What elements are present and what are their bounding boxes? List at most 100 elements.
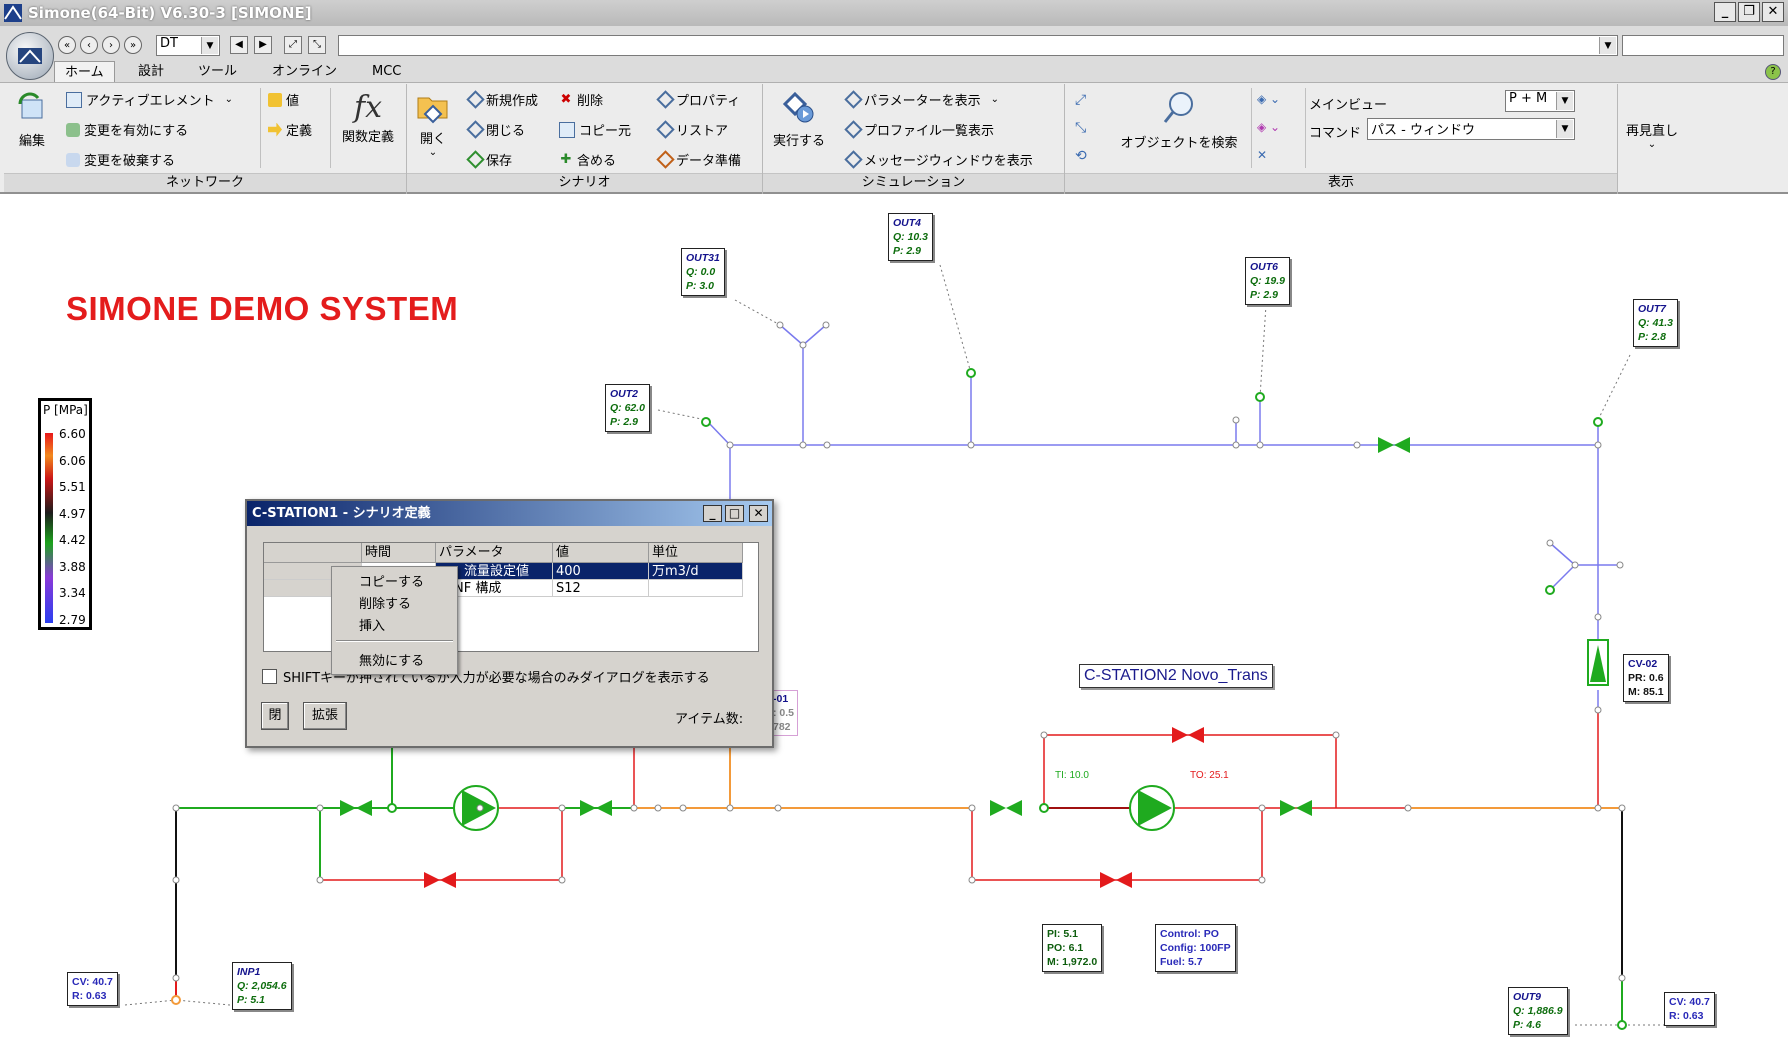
outlet-temperature: TO: 25.1 [1190,770,1229,781]
inp1-node [171,995,181,1005]
chevron-down-icon: ▼ [201,37,218,54]
back-icon[interactable]: ‹ [80,36,98,54]
main-view-combo[interactable]: P + M ▼ [1505,90,1575,112]
function-definition-button[interactable]: fx 関数定義 [334,90,402,145]
table-cell-unit[interactable] [649,580,743,597]
zoom-out-icon[interactable]: ⤡ [1075,120,1086,136]
column-header-unit[interactable]: 単位 [649,543,743,563]
control-fuel: Fuel: 5.7 [1160,956,1203,968]
data-prep-button[interactable]: データ準備 [656,150,741,169]
show-parameters-button[interactable]: パラメーターを表示 ⌄ [844,90,999,109]
active-element-icon [66,91,82,108]
include-button[interactable]: ✚ 含める [559,150,616,169]
chevron-down-icon: ▼ [1599,37,1616,54]
menu-item-disable[interactable]: 無効にする [359,650,424,669]
group-scenario-label: シナリオ [407,173,762,192]
dialog-close-button[interactable]: ✕ [749,505,768,522]
tab-online[interactable]: オンライン [262,61,347,82]
simone-app-menu-button[interactable] [6,32,54,80]
redraw-button[interactable]: 再見直し ⌄ [1622,120,1682,150]
zoom-in-icon[interactable]: ⤢ [1075,92,1086,108]
run-label: 実行する [772,134,825,149]
path-combo[interactable]: ▼ [338,35,1618,56]
edit-button[interactable]: 編集 [10,90,54,149]
layer2-icon[interactable]: ◈ ⌄ [1257,120,1280,134]
properties-icon [656,90,675,109]
value-button[interactable]: 値 [268,90,299,109]
restore-button[interactable]: ❐ [1738,2,1760,22]
zoom-fit-icon[interactable]: ⤢ [284,36,302,54]
node-name: OUT9 [1513,991,1542,1003]
column-header-value[interactable]: 値 [553,543,649,563]
valve-info-cv02[interactable]: CV-02 PR: 0.6 M: 85.1 [1623,654,1669,702]
dialog-minimize-button[interactable]: _ [703,505,722,522]
expand-dialog-button[interactable]: 拡張 [303,702,347,730]
definition-button[interactable]: 定義 [268,120,312,139]
restore-scenario-button[interactable]: リストア [656,120,728,139]
last-icon[interactable]: » [124,36,142,54]
node-info-out4[interactable]: OUT4 Q: 10.3 P: 2.9 [888,213,934,261]
copy-from-button[interactable]: コピー元 [559,120,631,139]
zoom-out-icon[interactable]: ⤡ [308,36,326,54]
node-info-out9[interactable]: OUT9 Q: 1,886.9 P: 4.6 [1508,987,1568,1035]
run-button[interactable]: 実行する [769,90,829,149]
column-header-time[interactable]: 時間 [362,543,436,563]
menu-separator [336,640,453,642]
step-back-icon[interactable]: ◀ [230,36,248,54]
cv-info-left[interactable]: CV: 40.7 R: 0.63 [67,972,118,1006]
station-control-info[interactable]: Control: PO Config: 100FP Fuel: 5.7 [1155,924,1236,972]
delete-scenario-button[interactable]: ✖ 削除 [559,90,603,109]
group-network-label: ネットワーク [4,173,406,192]
message-window-button[interactable]: メッセージウィンドウを表示 [844,150,1033,169]
tab-design[interactable]: 設計 [128,61,174,82]
profile-list-button[interactable]: プロファイル一覧表示 [844,120,994,139]
cv-value: CV: 40.7 [1669,996,1710,1008]
layer-icon[interactable]: ◈ ⌄ [1257,92,1280,106]
node-flow: Q: 0.0 [686,266,716,278]
close-scenario-button[interactable]: 閉じる [466,120,525,139]
tab-home[interactable]: ホーム [54,61,115,83]
clear-icon[interactable]: ✕ [1257,148,1267,162]
table-cell-value[interactable]: S12 [553,580,649,597]
tab-tools[interactable]: ツール [188,61,247,82]
cv-info-right[interactable]: CV: 40.7 R: 0.63 [1664,992,1715,1026]
first-icon[interactable]: « [58,36,76,54]
node-info-out7[interactable]: OUT7 Q: 41.3 P: 2.8 [1633,299,1679,347]
menu-item-delete[interactable]: 削除する [359,593,411,612]
enable-changes-button[interactable]: 変更を有効にする [66,120,188,139]
menu-item-copy[interactable]: コピーする [359,571,424,590]
dt-combo[interactable]: DT ▼ [156,35,220,56]
command-combo[interactable]: パス - ウィンドウ ▼ [1367,118,1575,140]
node-info-inp1[interactable]: INP1 Q: 2,054.6 P: 5.1 [232,962,292,1010]
tab-mcc[interactable]: MCC [362,61,411,82]
node-info-out2[interactable]: OUT2 Q: 62.0 P: 2.9 [605,384,651,432]
station-info-values[interactable]: PI: 5.1 PO: 6.1 M: 1,972.0 [1042,924,1103,972]
close-dialog-button[interactable]: 閉 [261,702,289,730]
node-info-out31[interactable]: OUT31 Q: 0.0 P: 3.0 [681,248,725,296]
forward-icon[interactable]: › [102,36,120,54]
refresh-view-icon[interactable]: ⟲ [1075,148,1087,164]
table-cell-unit[interactable]: 万m3/d [649,563,743,580]
node-info-out6[interactable]: OUT6 Q: 19.9 P: 2.9 [1245,257,1291,305]
column-header-parameter[interactable]: パラメータ [436,543,553,563]
menu-item-insert[interactable]: 挿入 [359,615,385,634]
discard-changes-label: 変更を破棄する [84,154,176,169]
show-dialog-checkbox[interactable] [262,669,277,684]
open-button[interactable]: 開く ⌄ [413,88,453,158]
dialog-maximize-button[interactable]: □ [725,505,744,522]
window-title: Simone(64-Bit) V6.30-3 [SIMONE] [28,4,312,22]
table-cell-value[interactable]: 400 [553,563,649,580]
help-icon[interactable]: ? [1765,64,1781,80]
close-button[interactable]: ✕ [1762,2,1784,22]
find-object-button[interactable]: オブジェクトを検索 [1109,88,1249,151]
discard-changes-icon [66,152,80,167]
properties-button[interactable]: プロパティ [656,90,740,109]
new-scenario-button[interactable]: 新規作成 [466,90,538,109]
station2-label[interactable]: C-STATION2 Novo_Trans [1079,664,1273,688]
step-forward-icon[interactable]: ▶ [254,36,272,54]
discard-changes-button[interactable]: 変更を破棄する [66,150,175,169]
cv-value: CV: 40.7 [72,976,113,988]
minimize-button[interactable]: _ [1714,2,1736,22]
active-element-button[interactable]: アクティブエレメント ⌄ [66,90,233,109]
save-scenario-button[interactable]: 保存 [466,150,512,169]
